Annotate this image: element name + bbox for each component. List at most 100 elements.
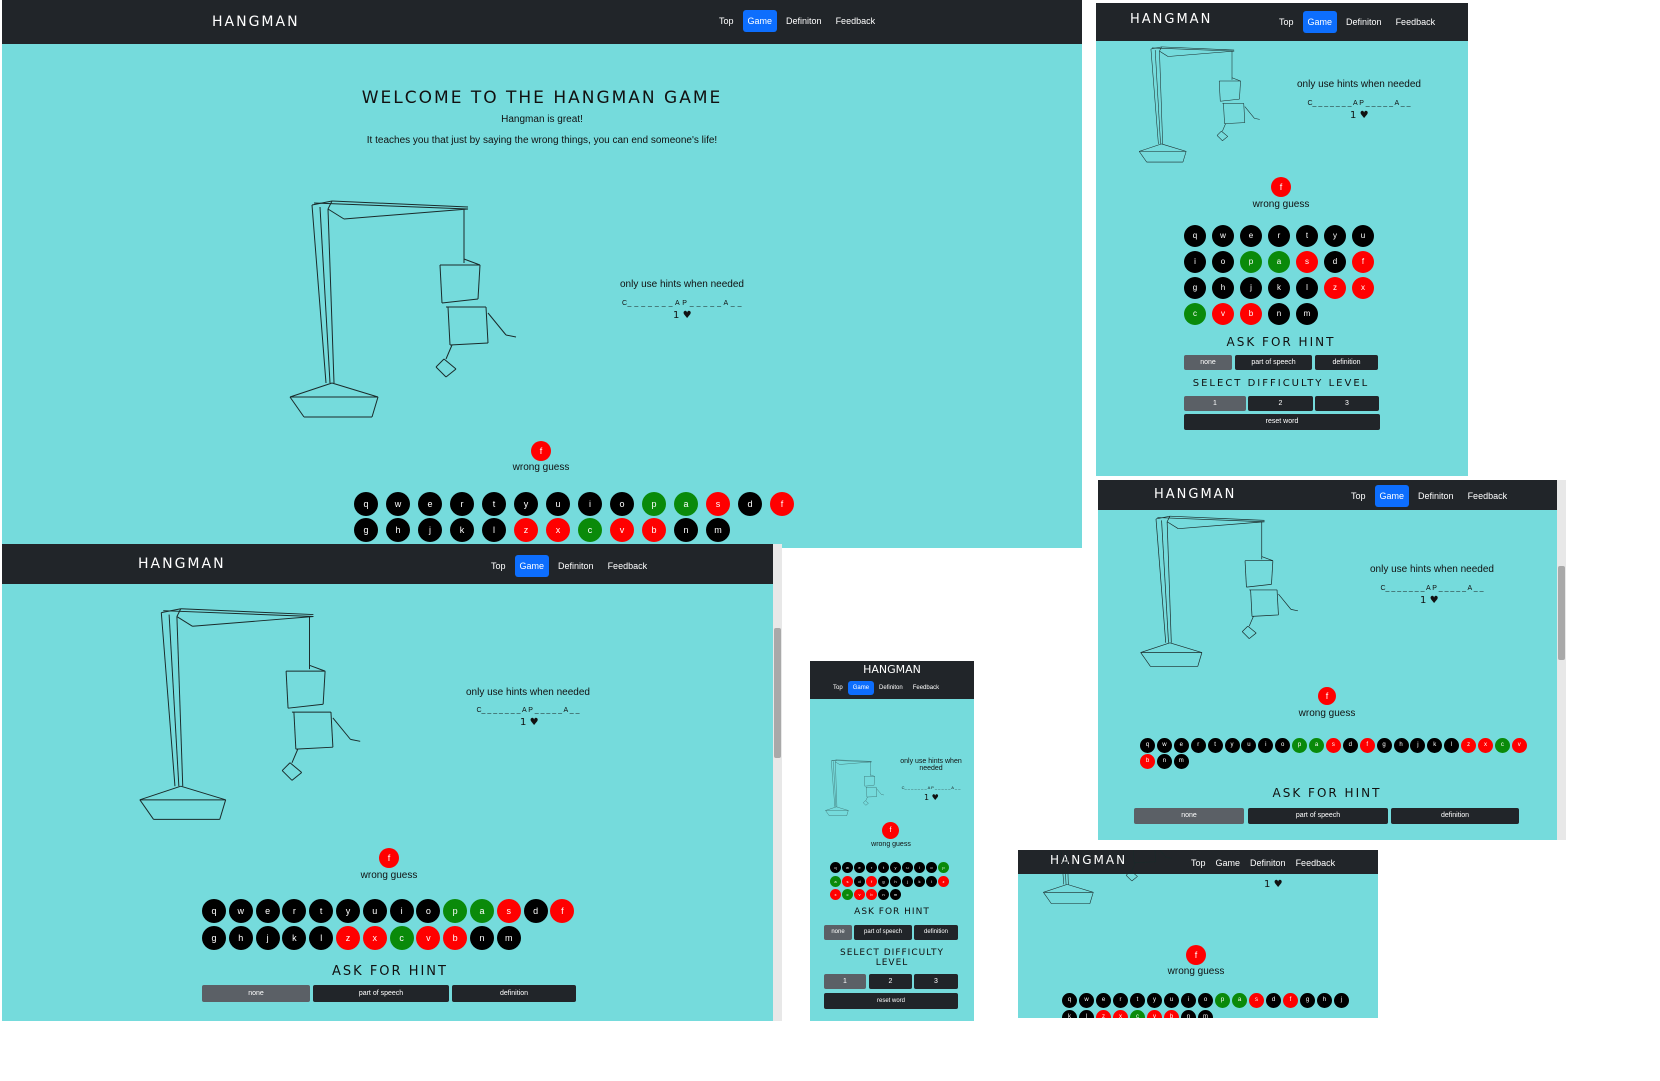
hint-none-button[interactable]: none [202,985,310,1002]
difficulty-1-button[interactable]: 1 [1184,396,1246,411]
key-q[interactable]: q [202,899,226,923]
hint-pos-button[interactable]: part of speech [313,985,449,1002]
brand-logo[interactable]: HANGMAN [1130,3,1212,41]
key-s[interactable]: s [842,875,853,887]
nav-game[interactable]: Game [1302,11,1338,33]
key-q[interactable]: q [830,862,841,873]
key-s[interactable]: s [496,899,521,923]
difficulty-2-button[interactable]: 2 [1248,396,1313,411]
key-k[interactable]: k [914,875,925,887]
key-j[interactable]: j [902,875,913,887]
key-p[interactable]: p [1292,738,1308,753]
scrollbar[interactable] [1557,480,1566,840]
nav-top[interactable]: Top [1346,485,1371,507]
key-j[interactable]: j [1334,993,1349,1008]
key-v[interactable]: v [610,518,634,542]
key-u[interactable]: u [1352,225,1374,247]
hint-pos-button[interactable]: part of speech [1248,808,1388,824]
scrollbar-thumb[interactable] [774,628,781,758]
key-l[interactable]: l [482,518,506,542]
nav-definition[interactable]: Definiton [1413,485,1459,507]
key-d[interactable]: d [1324,251,1346,273]
key-u[interactable]: u [546,492,570,516]
hint-definition-button[interactable]: definition [452,985,576,1002]
key-z[interactable]: z [1461,738,1477,753]
key-g[interactable]: g [202,926,226,950]
key-a[interactable]: a [830,875,841,887]
key-b[interactable]: b [866,889,877,900]
nav-game[interactable]: Game [742,10,778,32]
key-g[interactable]: g [878,875,889,887]
key-w[interactable]: w [386,492,410,516]
key-r[interactable]: r [1268,225,1290,247]
key-x[interactable]: x [546,518,570,542]
key-m[interactable]: m [496,926,521,950]
key-g[interactable]: g [354,518,378,542]
key-l[interactable]: l [1079,1010,1094,1018]
key-p[interactable]: p [1215,993,1230,1008]
key-g[interactable]: g [1184,277,1206,299]
nav-feedback[interactable]: Feedback [603,555,653,577]
key-t[interactable]: t [1207,738,1223,753]
key-r[interactable]: r [282,899,307,923]
key-s[interactable]: s [1249,993,1264,1008]
hint-definition-button[interactable]: definition [1315,355,1378,370]
key-r[interactable]: r [1113,993,1128,1008]
key-s[interactable]: s [706,492,730,516]
key-q[interactable]: q [1062,993,1077,1008]
key-k[interactable]: k [282,926,307,950]
key-u[interactable]: u [362,899,387,923]
key-i[interactable]: i [1181,993,1196,1008]
key-k[interactable]: k [450,518,474,542]
key-o[interactable]: o [926,862,937,873]
key-n[interactable]: n [1156,754,1172,769]
key-o[interactable]: o [1275,738,1291,753]
nav-definition[interactable]: Definiton [874,681,908,695]
key-o[interactable]: o [610,492,634,516]
key-e[interactable]: e [1173,738,1189,753]
key-l[interactable]: l [1444,738,1460,753]
key-w[interactable]: w [228,899,253,923]
key-v[interactable]: v [1147,1010,1162,1018]
nav-top[interactable]: Top [714,10,739,32]
key-n[interactable]: n [674,518,698,542]
key-w[interactable]: w [1079,993,1094,1008]
hint-definition-button[interactable]: definition [914,925,958,940]
key-y[interactable]: y [1224,738,1240,753]
key-z[interactable]: z [1324,277,1346,299]
key-n[interactable]: n [1268,303,1290,325]
key-h[interactable]: h [890,875,901,887]
nav-definition[interactable]: Definiton [1341,11,1387,33]
key-u[interactable]: u [1164,993,1179,1008]
hint-none-button[interactable]: none [1184,355,1232,370]
key-s[interactable]: s [1325,738,1341,753]
key-t[interactable]: t [482,492,506,516]
key-h[interactable]: h [1317,993,1332,1008]
key-e[interactable]: e [255,899,280,923]
key-z[interactable]: z [336,926,360,950]
key-u[interactable]: u [1241,738,1257,753]
brand-logo[interactable]: HANGMAN [810,662,974,678]
key-f[interactable]: f [1283,993,1298,1008]
key-l[interactable]: l [926,875,937,887]
nav-top[interactable]: Top [1186,852,1211,874]
key-f[interactable]: f [866,875,877,887]
key-a[interactable]: a [1268,251,1290,273]
key-c[interactable]: c [389,926,414,950]
key-q[interactable]: q [1184,225,1206,247]
key-s[interactable]: s [1296,251,1318,273]
nav-feedback[interactable]: Feedback [908,681,944,695]
nav-feedback[interactable]: Feedback [831,10,881,32]
key-e[interactable]: e [1096,993,1111,1008]
key-b[interactable]: b [642,518,666,542]
key-w[interactable]: w [842,862,853,873]
key-p[interactable]: p [642,492,666,516]
key-e[interactable]: e [854,862,865,873]
key-b[interactable]: b [1164,1010,1179,1018]
hint-pos-button[interactable]: part of speech [1235,355,1312,370]
key-v[interactable]: v [1212,303,1234,325]
key-i[interactable]: i [1184,251,1206,273]
key-r[interactable]: r [866,862,877,873]
key-c[interactable]: c [842,889,853,900]
key-f[interactable]: f [770,492,794,516]
